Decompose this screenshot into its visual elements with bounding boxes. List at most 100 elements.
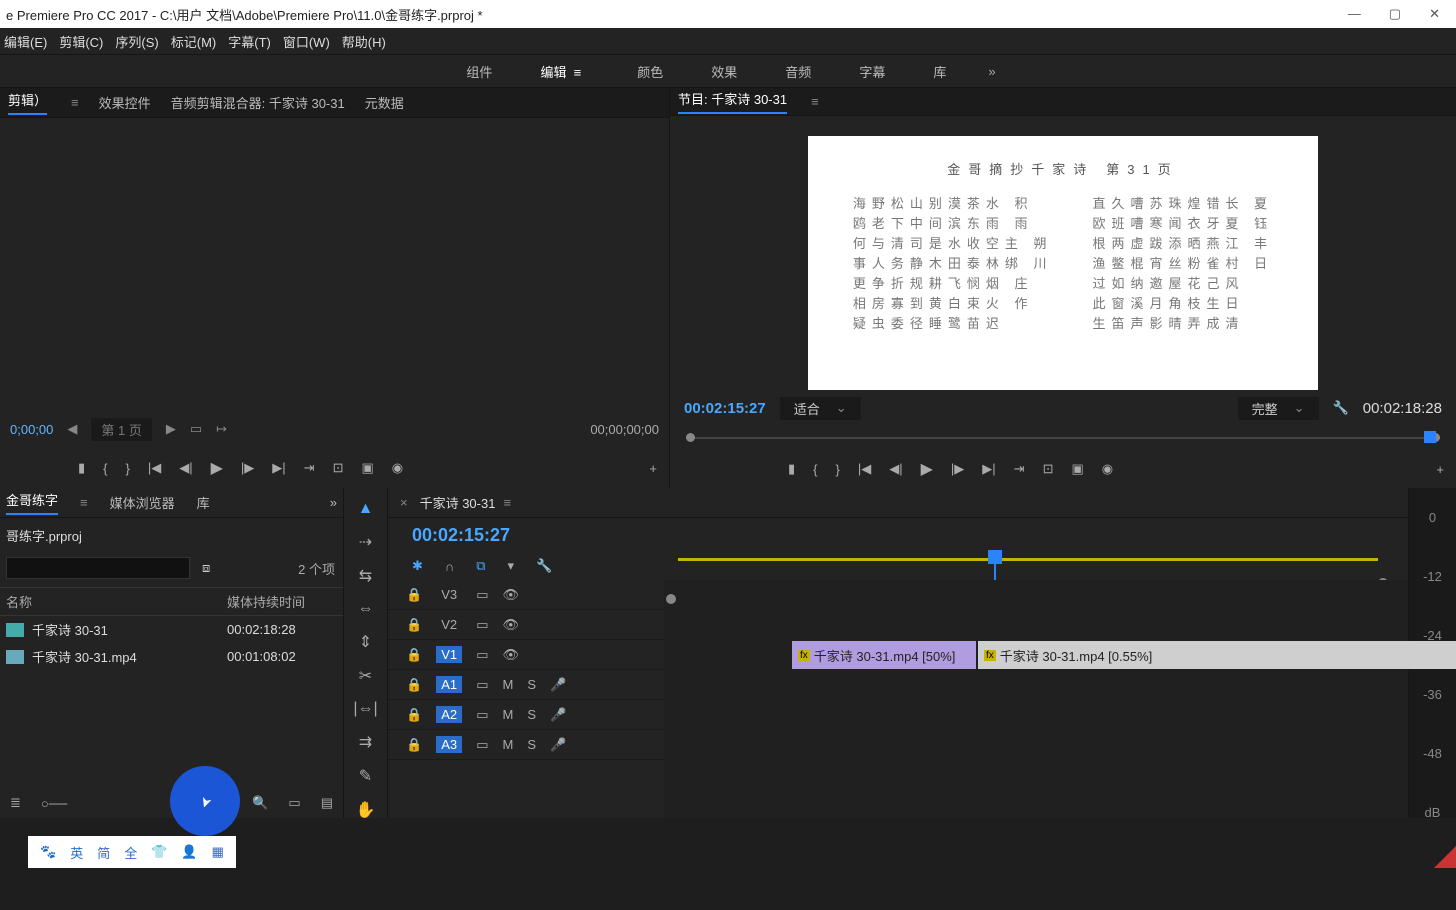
ws-editing[interactable]: 编辑 ≡ [534, 60, 595, 83]
program-tc-left[interactable]: 00:02:15:27 [684, 400, 766, 417]
playhead-icon[interactable] [1424, 431, 1436, 443]
source-pager[interactable]: 第 1 页 [91, 418, 151, 441]
ime-full[interactable]: 全 [124, 843, 137, 862]
timeline-tc[interactable]: 00:02:15:27 [412, 525, 510, 546]
linked-selection-icon[interactable]: ⧉ [476, 558, 485, 574]
ime-logo-icon[interactable]: 🐾 [40, 844, 56, 860]
overflow-icon[interactable]: » [330, 495, 337, 510]
maximize-button[interactable]: ▢ [1389, 6, 1401, 22]
timeline-ruler[interactable] [678, 558, 1378, 561]
menu-help[interactable]: 帮助(H) [342, 32, 386, 51]
magnet-icon[interactable]: ∩ [445, 559, 454, 574]
col-duration[interactable]: 媒体持续时间 [227, 592, 337, 611]
marker-add-icon[interactable]: ▾ [508, 558, 515, 574]
timeline-sequence-tab[interactable]: 千家诗 30-31 [420, 493, 496, 512]
pager-next-icon[interactable]: ▶ [166, 421, 176, 437]
step-fwd-icon[interactable]: |▶ [951, 461, 964, 477]
ime-person-icon[interactable]: 👤 [181, 844, 197, 860]
clip-v1-b[interactable]: fx千家诗 30-31.mp4 [0.55%] [978, 641, 1456, 669]
close-button[interactable]: ✕ [1429, 6, 1440, 22]
close-sequence-icon[interactable]: × [400, 495, 408, 510]
project-search-input[interactable] [6, 557, 190, 579]
list-view-icon[interactable]: ≣ [10, 795, 21, 811]
ime-simp[interactable]: 简 [97, 843, 110, 862]
settings-icon[interactable]: 🔧 [536, 558, 552, 574]
program-scrubber[interactable] [670, 426, 1456, 450]
safe-margin-icon[interactable]: ▭ [190, 421, 202, 437]
menu-sequence[interactable]: 序列(S) [115, 32, 158, 51]
program-tc-right[interactable]: 00:02:18:28 [1363, 400, 1442, 417]
step-fwd-icon[interactable]: |▶ [241, 460, 254, 476]
col-name[interactable]: 名称 [6, 592, 227, 611]
out-point-icon[interactable]: } [126, 461, 130, 476]
resize-grip-icon[interactable] [1434, 846, 1456, 868]
ws-overflow-icon[interactable]: » [988, 64, 995, 79]
in-point-icon[interactable]: { [813, 462, 817, 477]
project-item-video[interactable]: 千家诗 30-31.mp4 00:01:08:02 [0, 643, 343, 670]
track-v2[interactable]: 🔒V2▭👁 [388, 610, 664, 640]
tab-audio-clip-mixer[interactable]: 音频剪辑混合器: 千家诗 30-31 [171, 93, 345, 112]
timeline-canvas[interactable]: fx千家诗 30-31.mp4 [50%] fx千家诗 30-31.mp4 [0… [664, 580, 1408, 818]
button-editor-icon[interactable]: + [1436, 462, 1444, 477]
slip-tool-icon[interactable]: |⇔| [353, 700, 377, 718]
goto-out-icon[interactable]: ▶| [982, 461, 995, 477]
razor-tool-icon[interactable]: ✂ [359, 666, 372, 686]
tab-media-browser[interactable]: 媒体浏览器 [110, 493, 175, 512]
track-v1[interactable]: 🔒V1▭👁 [388, 640, 664, 670]
tab-source-clip[interactable]: 剪辑） [8, 90, 47, 115]
wrench-icon[interactable]: 🔧 [1333, 400, 1349, 416]
step-back-icon[interactable]: ◀| [889, 461, 902, 477]
lift-icon[interactable]: ⇥ [1014, 461, 1025, 477]
ime-grid-icon[interactable]: ▦ [212, 844, 224, 860]
goto-in-icon[interactable]: |◀ [858, 461, 871, 477]
search-bin-icon[interactable]: ⧈ [202, 560, 210, 576]
clip-v1-a[interactable]: fx千家诗 30-31.mp4 [50%] [792, 641, 976, 669]
in-point-icon[interactable]: { [103, 461, 107, 476]
tab-libraries[interactable]: 库 [197, 493, 210, 512]
panel-menu-icon[interactable]: ≡ [811, 94, 819, 109]
track-a2[interactable]: 🔒A2▭MS🎤 [388, 700, 664, 730]
panel-menu-icon[interactable]: ≡ [503, 495, 511, 510]
step-back-icon[interactable]: ◀| [179, 460, 192, 476]
work-area-start[interactable] [666, 594, 676, 604]
ws-assembly[interactable]: 组件 [460, 60, 498, 83]
snap-icon[interactable]: ✱ [412, 558, 423, 574]
track-a1[interactable]: 🔒A1▭MS🎤 [388, 670, 664, 700]
play-icon[interactable]: ▶ [211, 458, 223, 478]
menu-marker[interactable]: 标记(M) [171, 32, 217, 51]
ime-lang[interactable]: 英 [70, 843, 83, 862]
program-quality-select[interactable]: 完整 [1238, 397, 1319, 420]
menu-edit[interactable]: 编辑(E) [4, 32, 47, 51]
menu-window[interactable]: 窗口(W) [283, 32, 330, 51]
camera-icon[interactable]: ◉ [1102, 461, 1113, 477]
source-tc-right[interactable]: 00;00;00;00 [590, 422, 659, 437]
overwrite-icon[interactable]: ⊡ [333, 460, 344, 476]
button-editor-icon[interactable]: + [649, 461, 657, 476]
menu-title[interactable]: 字幕(T) [228, 32, 271, 51]
tab-effect-controls[interactable]: 效果控件 [99, 93, 151, 112]
ime-bar[interactable]: 🐾 英 简 全 👕 👤 ▦ [28, 836, 236, 868]
project-list[interactable]: 千家诗 30-31 00:02:18:28 千家诗 30-31.mp4 00:0… [0, 616, 343, 788]
track-v3[interactable]: 🔒V3▭👁 [388, 580, 664, 610]
ws-libraries[interactable]: 库 [927, 60, 952, 83]
minimize-button[interactable]: — [1348, 6, 1361, 22]
tab-metadata[interactable]: 元数据 [365, 93, 404, 112]
rate-stretch-tool-icon[interactable]: ⇕ [359, 632, 372, 652]
goto-out-icon[interactable]: ▶| [272, 460, 285, 476]
ws-audio[interactable]: 音频 [779, 60, 817, 83]
program-monitor[interactable]: 金哥摘抄千家诗第31页 海野松山别漠茶水 积鸥老下中间滨东雨 雨 何与清司是水收… [670, 116, 1456, 390]
play-icon[interactable]: ▶ [921, 459, 933, 479]
tab-program[interactable]: 节目: 千家诗 30-31 [678, 89, 787, 114]
panel-menu-icon[interactable]: ≡ [80, 495, 88, 510]
marker-icon[interactable]: ▮ [788, 461, 795, 477]
menu-clip[interactable]: 剪辑(C) [59, 32, 103, 51]
track-a3[interactable]: 🔒A3▭MS🎤 [388, 730, 664, 760]
ripple-edit-tool-icon[interactable]: ⇆ [359, 566, 372, 586]
pen-tool-icon[interactable]: ✎ [359, 766, 372, 786]
hand-tool-icon[interactable]: ✋ [356, 800, 376, 820]
goto-in-icon[interactable]: |◀ [148, 460, 161, 476]
marker-icon[interactable]: ▮ [78, 460, 85, 476]
project-item-sequence[interactable]: 千家诗 30-31 00:02:18:28 [0, 616, 343, 643]
selection-tool-icon[interactable]: ▲ [358, 500, 374, 518]
out-point-icon[interactable]: } [836, 462, 840, 477]
